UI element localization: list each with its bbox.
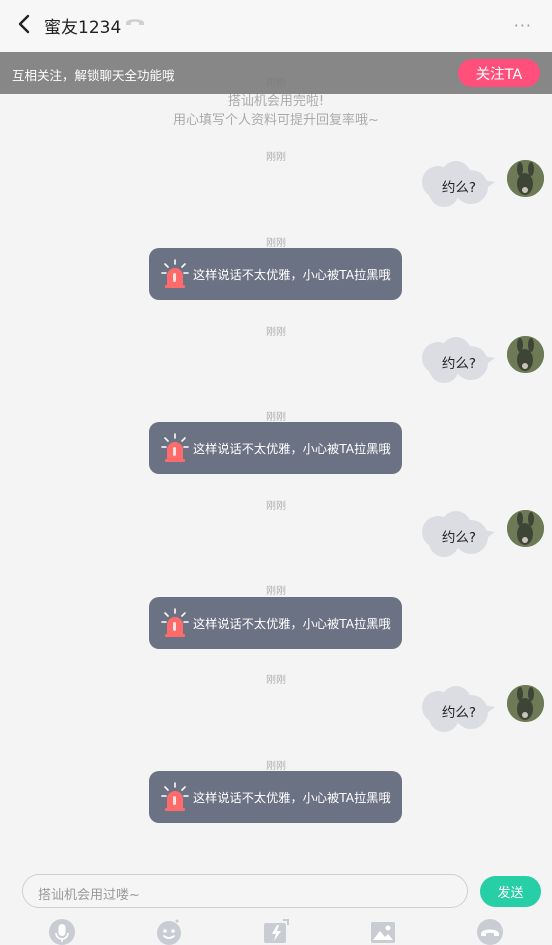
avatar[interactable]: [507, 685, 544, 722]
timestamp: 刚刚: [266, 412, 286, 423]
message-text: 约么?: [441, 530, 476, 546]
message-input[interactable]: 搭讪机会用过喽~: [22, 874, 468, 908]
warning-text: 这样说话不太优雅，小心被TA拉黑哦: [193, 617, 391, 631]
call-icon[interactable]: [476, 918, 504, 945]
follow-banner: 互相关注，解锁聊天全功能哦 关注TA: [0, 52, 552, 94]
banner-text: 互相关注，解锁聊天全功能哦: [12, 68, 175, 83]
warning-notice: 这样说话不太优雅，小心被TA拉黑哦: [149, 422, 402, 474]
timestamp: 刚刚: [266, 675, 286, 686]
avatar[interactable]: [507, 160, 544, 197]
avatar[interactable]: [507, 336, 544, 373]
timestamp: 刚刚: [266, 586, 286, 597]
send-button[interactable]: 发送: [480, 876, 541, 907]
composer-bar: 搭讪机会用过喽~ 发送: [0, 866, 552, 945]
input-placeholder: 搭讪机会用过喽~: [38, 888, 140, 903]
phone-icon[interactable]: [124, 12, 146, 32]
alarm-icon: [161, 259, 189, 288]
warning-notice: 这样说话不太优雅，小心被TA拉黑哦: [149, 248, 402, 300]
message-text: 约么?: [441, 705, 476, 721]
alarm-icon: [161, 608, 189, 637]
chat-area[interactable]: 刚刚 搭讪机会用完啦! 用心填写个人资料可提升回复率哦~ 刚刚 约么? 刚刚 这…: [0, 52, 552, 866]
system-notice-line2: 用心填写个人资料可提升回复率哦~: [173, 113, 379, 128]
outgoing-message[interactable]: 约么?: [244, 160, 544, 214]
warning-text: 这样说话不太优雅，小心被TA拉黑哦: [193, 791, 391, 805]
timestamp: 刚刚: [266, 761, 286, 772]
flash-photo-icon[interactable]: [262, 918, 290, 945]
alarm-icon: [161, 782, 189, 811]
back-icon[interactable]: [12, 12, 36, 36]
outgoing-message[interactable]: 约么?: [244, 510, 544, 564]
follow-button[interactable]: 关注TA: [458, 59, 540, 87]
warning-text: 这样说话不太优雅，小心被TA拉黑哦: [193, 268, 391, 282]
more-icon[interactable]: ···: [514, 16, 532, 35]
outgoing-message[interactable]: 约么?: [244, 685, 544, 739]
voice-icon[interactable]: [48, 918, 76, 945]
alarm-icon: [161, 433, 189, 462]
image-icon[interactable]: [369, 918, 397, 945]
warning-text: 这样说话不太优雅，小心被TA拉黑哦: [193, 442, 391, 456]
timestamp: 刚刚: [266, 238, 286, 249]
warning-notice: 这样说话不太优雅，小心被TA拉黑哦: [149, 597, 402, 649]
outgoing-message[interactable]: 约么?: [244, 336, 544, 390]
message-text: 约么?: [441, 180, 476, 196]
emoji-icon[interactable]: [155, 918, 183, 945]
avatar[interactable]: [507, 510, 544, 547]
chat-title: 蜜友1234: [44, 18, 122, 38]
top-bar: 蜜友1234 ···: [0, 0, 552, 52]
warning-notice: 这样说话不太优雅，小心被TA拉黑哦: [149, 771, 402, 823]
message-text: 约么?: [441, 356, 476, 372]
